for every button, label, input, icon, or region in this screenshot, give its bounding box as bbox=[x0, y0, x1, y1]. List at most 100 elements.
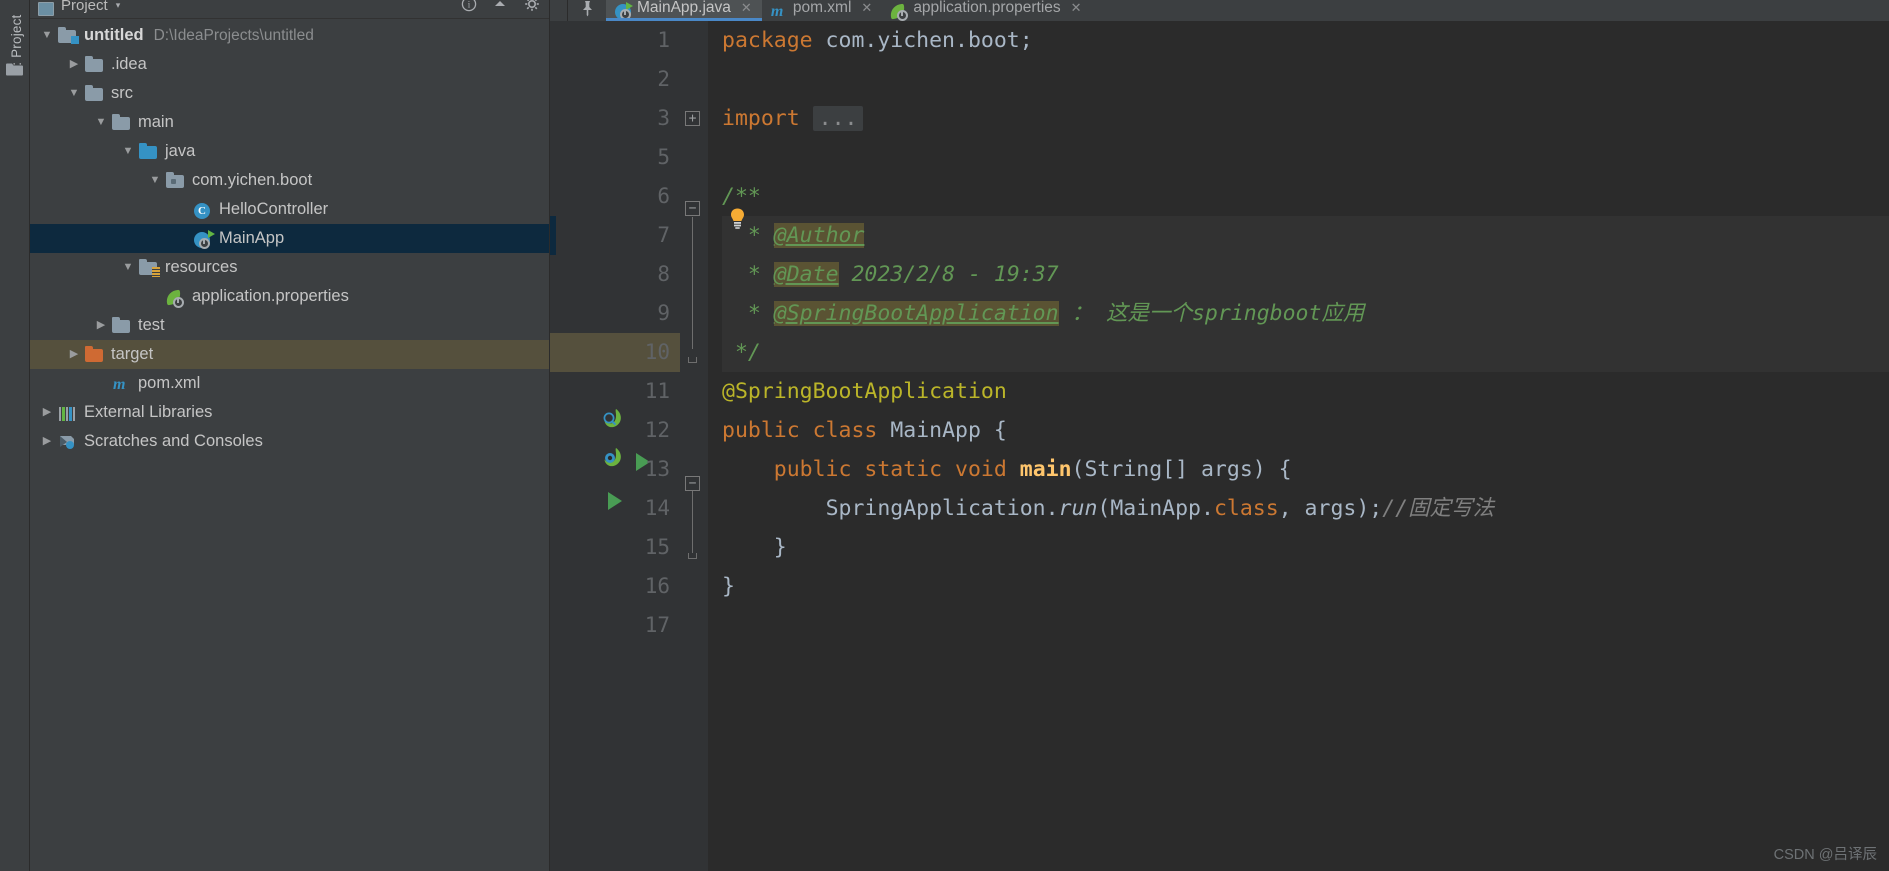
watermark: CSDN @吕译辰 bbox=[1773, 847, 1877, 863]
code-line[interactable]: SpringApplication.run(MainApp.class, arg… bbox=[722, 489, 1889, 528]
tree-item-label: application.properties bbox=[192, 287, 349, 305]
editor-tab-pom-xml[interactable]: m pom.xml ✕ bbox=[762, 0, 882, 21]
close-icon[interactable]: ✕ bbox=[1071, 0, 1082, 16]
line-number: 16 bbox=[644, 574, 670, 598]
tree-item-label: pom.xml bbox=[138, 374, 201, 392]
tree-item-test[interactable]: ▶ test bbox=[30, 311, 549, 340]
code-line[interactable]: public static void main(String[] args) { bbox=[722, 450, 1889, 489]
tree-item-idea[interactable]: ▶ .idea bbox=[30, 50, 549, 79]
chevron-down-icon[interactable]: ▼ bbox=[36, 30, 58, 41]
fold-comment-cap-bottom bbox=[688, 357, 697, 363]
project-tool-window: Project ▾ i ▼ untitled D:\IdeaProjects\u… bbox=[30, 0, 550, 871]
collapse-all-icon[interactable] bbox=[493, 0, 507, 11]
folder-icon[interactable] bbox=[6, 62, 23, 76]
line-number: 9 bbox=[657, 301, 670, 325]
editor-tabs[interactable]: MainApp.java ✕ m pom.xml ✕ application.proper… bbox=[606, 0, 1092, 21]
tree-item-src[interactable]: ▼ src bbox=[30, 79, 549, 108]
tree-item-main[interactable]: ▼ main bbox=[30, 108, 549, 137]
line-number: 14 bbox=[644, 496, 670, 520]
close-icon[interactable]: ✕ bbox=[861, 0, 872, 16]
chevron-right-icon[interactable]: ▶ bbox=[36, 436, 58, 447]
chevron-right-icon[interactable]: ▶ bbox=[36, 407, 58, 418]
code-line[interactable]: */ bbox=[722, 333, 1889, 372]
idea-window: 1: Project Project ▾ i ▼ untitled D:\Ide… bbox=[0, 0, 1889, 871]
chevron-right-icon[interactable]: ▶ bbox=[63, 349, 85, 360]
tree-twisty-placeholder: ▸ bbox=[171, 233, 193, 244]
tree-item-untitled[interactable]: ▼ untitled D:\IdeaProjects\untitled bbox=[30, 21, 549, 50]
module-folder-icon bbox=[58, 26, 79, 45]
editor-gutter[interactable]: 1 2 3 5 6 7 8 9 10 11 12 13 14 15 16 17 bbox=[550, 21, 680, 871]
tree-item-target[interactable]: ▶ target bbox=[30, 340, 549, 369]
tree-twisty-placeholder: ▸ bbox=[144, 291, 166, 302]
left-tool-strip: 1: Project bbox=[0, 0, 30, 871]
fold-collapse-method-icon[interactable]: − bbox=[685, 476, 700, 491]
maven-icon: m bbox=[113, 375, 126, 393]
editor-tab-bar: MainApp.java ✕ m pom.xml ✕ application.proper… bbox=[550, 0, 1889, 21]
code-line[interactable]: import ... bbox=[722, 99, 1889, 138]
code-line[interactable]: package com.yichen.boot; bbox=[722, 21, 1889, 60]
tree-item-java[interactable]: ▼ java bbox=[30, 137, 549, 166]
line-number: 13 bbox=[644, 457, 670, 481]
maven-icon: m bbox=[770, 3, 784, 20]
code-line[interactable]: } bbox=[722, 528, 1889, 567]
project-tree[interactable]: ▼ untitled D:\IdeaProjects\untitled ▶ .idea ▼… bbox=[30, 19, 549, 456]
line-number: 8 bbox=[657, 262, 670, 286]
project-view-icon bbox=[38, 2, 54, 16]
tree-item-hellocontroller[interactable]: ▸C HelloController bbox=[30, 195, 549, 224]
close-icon[interactable]: ✕ bbox=[741, 0, 752, 16]
code-line[interactable]: * @Author bbox=[722, 216, 1889, 255]
tree-item-com-yichen-boot[interactable]: ▼ com.yichen.boot bbox=[30, 166, 549, 195]
tree-item-external-libraries[interactable]: ▶ External Libraries bbox=[30, 398, 549, 427]
line-number: 10 bbox=[644, 340, 670, 364]
editor-tab-label: pom.xml bbox=[792, 0, 852, 16]
tree-item-path: D:\IdeaProjects\untitled bbox=[153, 26, 314, 44]
tree-item-mainapp[interactable]: ▸ MainApp bbox=[30, 224, 549, 253]
chevron-right-icon[interactable]: ▶ bbox=[63, 59, 85, 70]
tree-item-label: resources bbox=[165, 258, 238, 276]
code-line[interactable] bbox=[722, 138, 1889, 177]
svg-text:i: i bbox=[468, 0, 471, 10]
code-line[interactable] bbox=[722, 606, 1889, 645]
chevron-right-icon[interactable]: ▶ bbox=[90, 320, 112, 331]
code-line[interactable]: } bbox=[722, 567, 1889, 606]
help-icon[interactable]: i bbox=[461, 0, 477, 12]
code-line[interactable]: /** bbox=[722, 177, 1889, 216]
editor-area: MainApp.java ✕ m pom.xml ✕ application.proper… bbox=[550, 0, 1889, 871]
chevron-down-icon[interactable]: ▼ bbox=[90, 117, 112, 128]
code-content[interactable]: package com.yichen.boot; import ... /** … bbox=[708, 21, 1889, 871]
pin-icon[interactable] bbox=[568, 0, 606, 21]
spring-boot-class-icon bbox=[193, 229, 215, 249]
folder-icon bbox=[85, 55, 105, 74]
tree-item-resources[interactable]: ▼ resources bbox=[30, 253, 549, 282]
code-line[interactable]: @SpringBootApplication bbox=[722, 372, 1889, 411]
tree-item-pom-xml[interactable]: ▸m pom.xml bbox=[30, 369, 549, 398]
code-line[interactable]: public class MainApp { bbox=[722, 411, 1889, 450]
chevron-down-icon[interactable]: ▾ bbox=[116, 0, 121, 11]
line-number: 1 bbox=[657, 28, 670, 52]
code-line[interactable]: * @Date 2023/2/8 - 19:37 bbox=[722, 255, 1889, 294]
editor-tab-mainapp-java[interactable]: MainApp.java ✕ bbox=[606, 0, 762, 21]
fold-expand-import-icon[interactable]: + bbox=[685, 111, 700, 126]
code-line[interactable] bbox=[722, 60, 1889, 99]
chevron-down-icon[interactable]: ▼ bbox=[117, 262, 139, 273]
excluded-folder-icon bbox=[85, 345, 105, 364]
tree-item-scratches-and-consoles[interactable]: ▶ Scratches and Consoles bbox=[30, 427, 549, 456]
fold-column[interactable]: + − − bbox=[680, 21, 708, 871]
line-number: 7 bbox=[657, 223, 670, 247]
code-line[interactable]: * @SpringBootApplication ： 这是一个springboo… bbox=[722, 294, 1889, 333]
chevron-down-icon[interactable]: ▼ bbox=[117, 146, 139, 157]
spring-boot-class-icon bbox=[614, 2, 633, 20]
chevron-down-icon[interactable]: ▼ bbox=[144, 175, 166, 186]
code-editor[interactable]: 1 2 3 5 6 7 8 9 10 11 12 13 14 15 16 17 + bbox=[550, 21, 1889, 871]
folder-icon bbox=[112, 113, 132, 132]
fold-collapse-comment-icon[interactable]: − bbox=[685, 201, 700, 216]
editor-tab-application-properties[interactable]: application.properties ✕ bbox=[882, 0, 1091, 21]
gear-icon[interactable] bbox=[523, 0, 541, 12]
line-numbers: 1 2 3 5 6 7 8 9 10 11 12 13 14 15 16 17 bbox=[550, 21, 680, 645]
tree-item-application-properties[interactable]: ▸ application.properties bbox=[30, 282, 549, 311]
chevron-down-icon[interactable]: ▼ bbox=[63, 88, 85, 99]
line-number: 15 bbox=[644, 535, 670, 559]
tree-item-label: HelloController bbox=[219, 200, 329, 218]
tree-item-label: .idea bbox=[111, 55, 147, 73]
intention-bulb-icon[interactable] bbox=[730, 208, 745, 229]
